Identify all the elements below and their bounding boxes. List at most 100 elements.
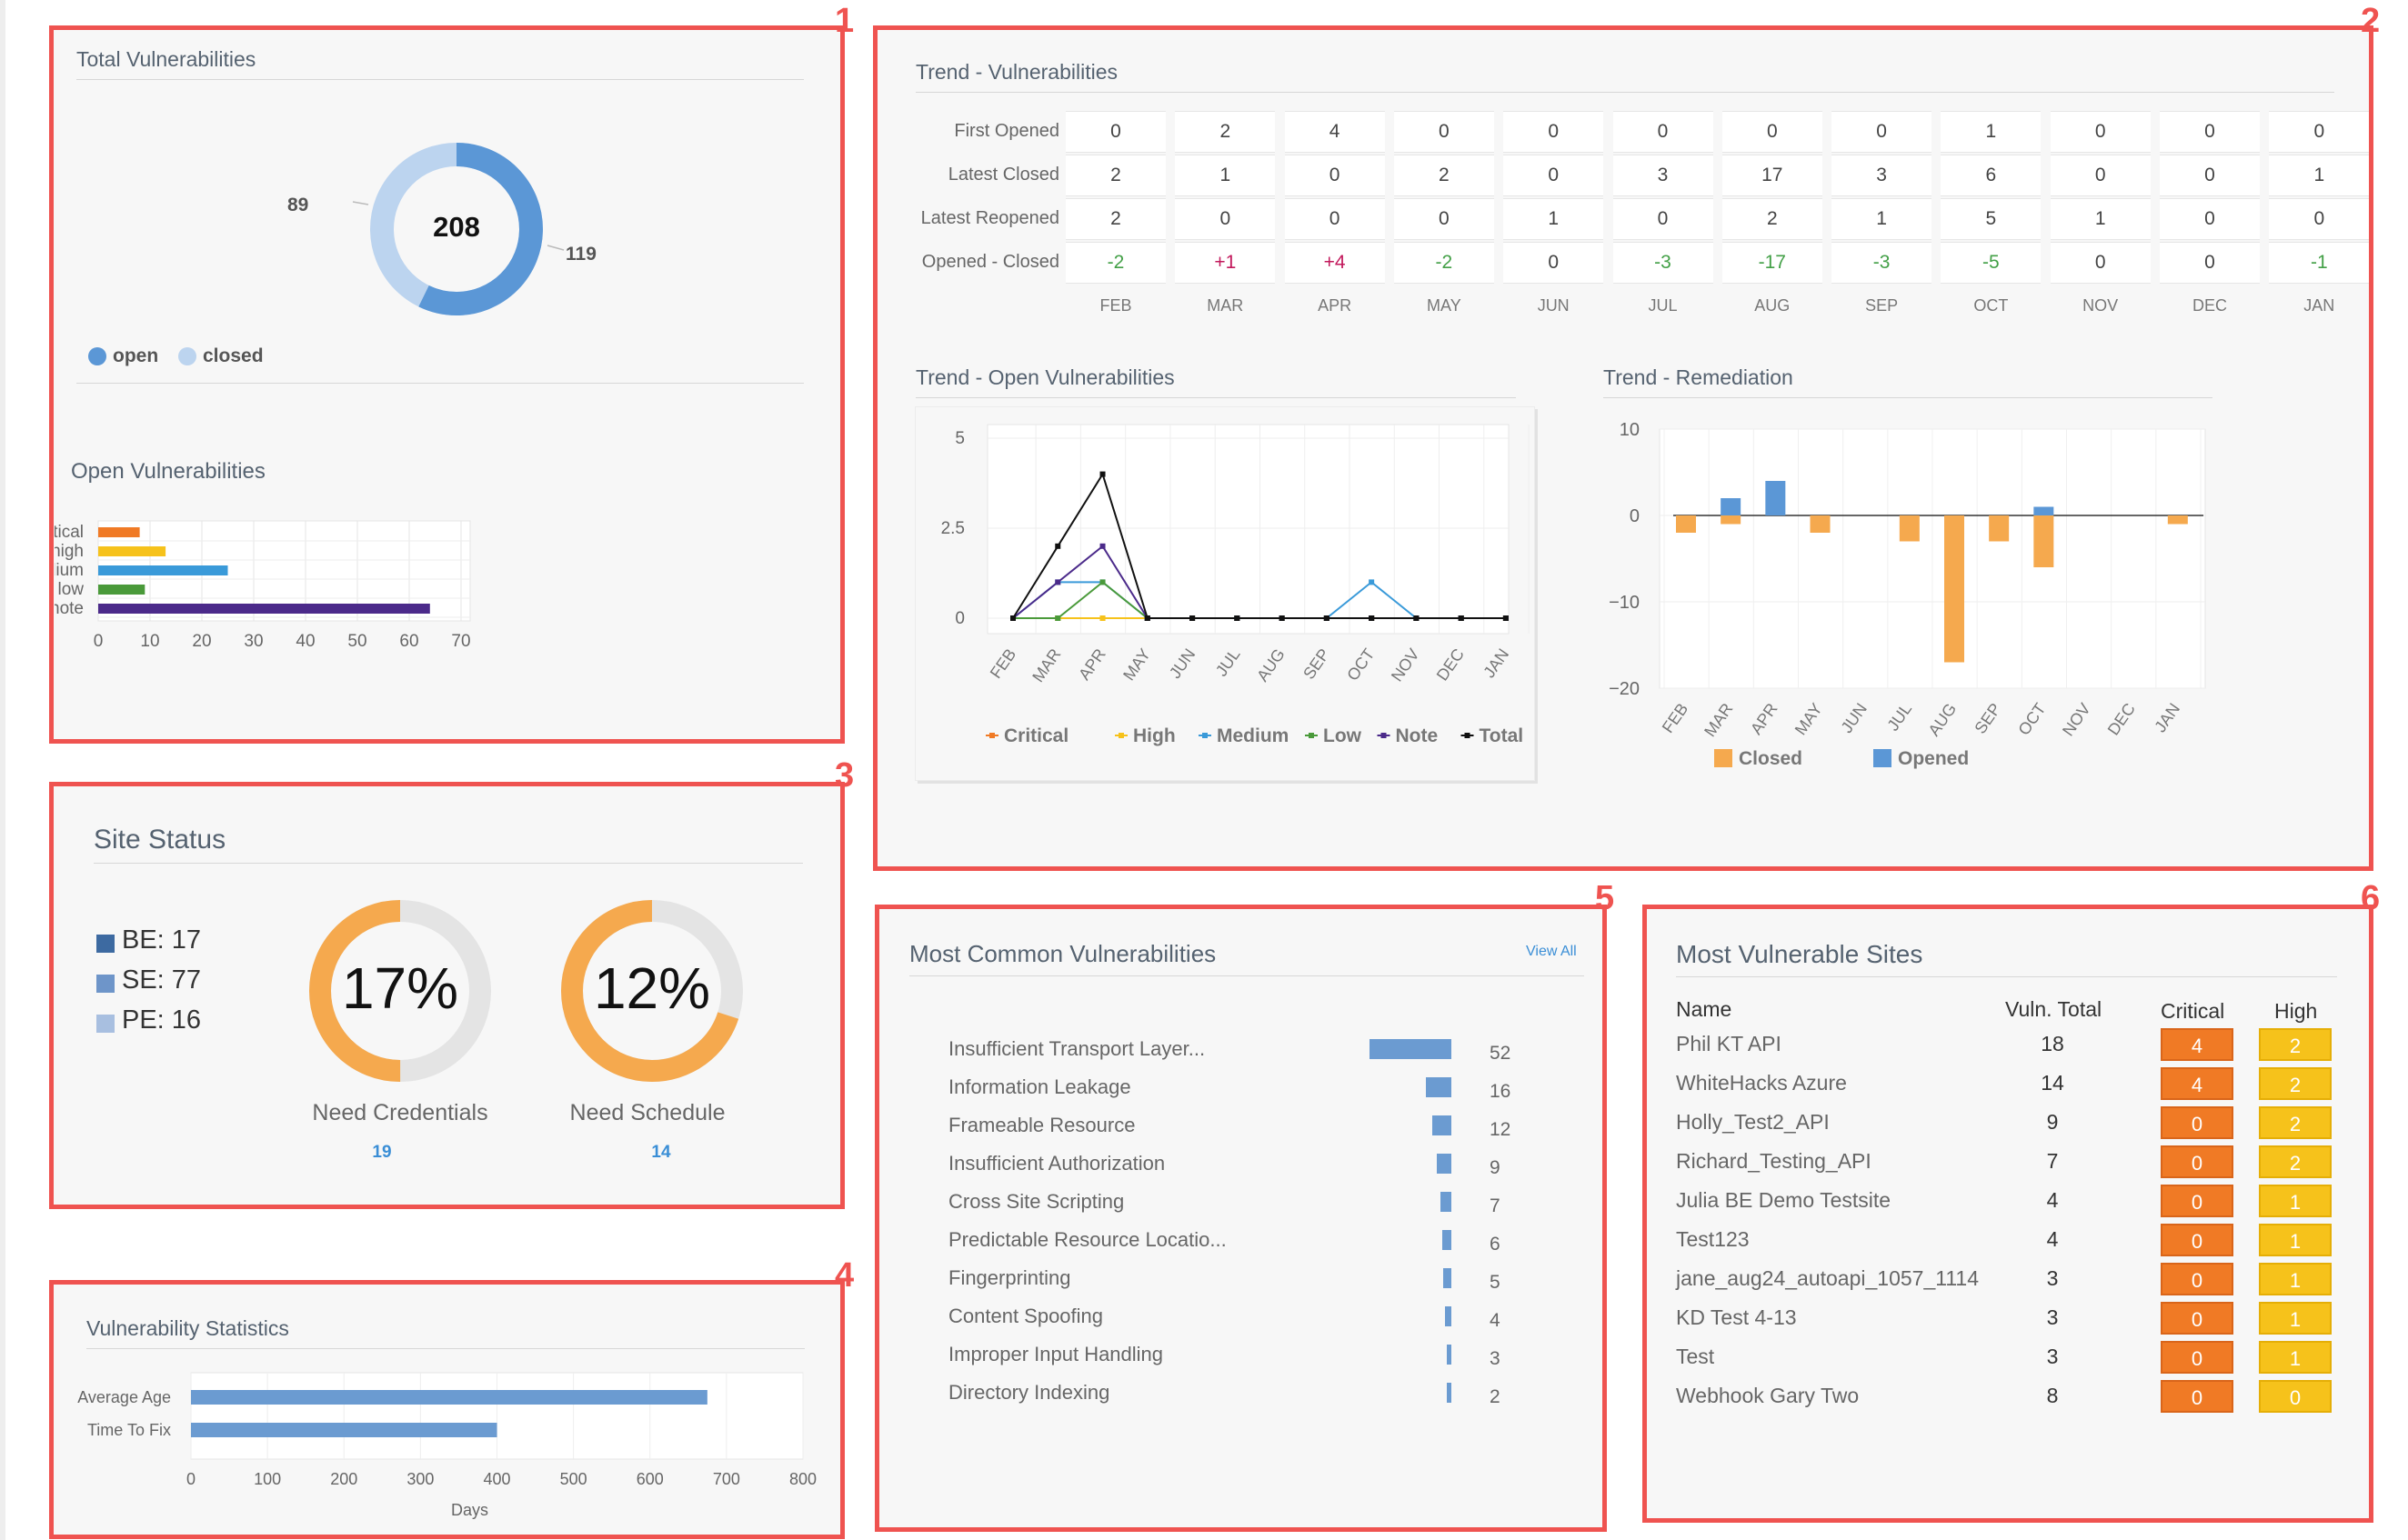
y-tick-label: 0: [1630, 506, 1640, 526]
x-tick-label: OCT: [1343, 645, 1378, 685]
trend-month-label: FEB: [1099, 296, 1132, 315]
trend-cell: 0: [1284, 155, 1385, 196]
site-name[interactable]: KD Test 4-13: [1676, 1305, 1797, 1330]
series-point-total: [1234, 615, 1240, 621]
trend-cell: 0: [2160, 242, 2260, 284]
x-tick-label: JUN: [1166, 645, 1199, 682]
site-name[interactable]: Holly_Test2_API: [1676, 1110, 1830, 1135]
most-common-title: Most Common Vulnerabilities: [909, 940, 1584, 976]
trend-cell: 3: [1612, 155, 1713, 196]
x-tick-label: 0: [186, 1470, 196, 1488]
legend-marker-low: [1309, 733, 1314, 738]
legend-label-critical: Critical: [1004, 725, 1069, 746]
high-badge: 1: [2259, 1302, 2332, 1335]
x-tick-label: 700: [713, 1470, 740, 1488]
vulnerability-bar: [1443, 1268, 1451, 1288]
vulnerability-name: Predictable Resource Locatio...: [948, 1228, 1227, 1251]
trend-month-label: MAY: [1427, 296, 1461, 315]
view-all-link[interactable]: View All: [1526, 944, 1577, 960]
site-vuln-total: 3: [2046, 1305, 2059, 1329]
series-point-total: [1144, 615, 1150, 621]
vulnerability-name: Insufficient Authorization: [948, 1152, 1166, 1175]
x-tick-label: NOV: [1388, 645, 1423, 685]
total-vulnerabilities-title: Total Vulnerabilities: [76, 47, 804, 80]
high-badge: 0: [2259, 1380, 2332, 1413]
need-schedule-label: Need Schedule: [569, 1100, 726, 1125]
site-name[interactable]: Phil KT API: [1676, 1032, 1781, 1056]
x-tick-label: 200: [330, 1470, 357, 1488]
panel-number-4: 4: [835, 1256, 855, 1295]
trend-row-label: Opened - Closed: [921, 252, 1059, 272]
trend-month-label: MAR: [1207, 296, 1244, 315]
site-name[interactable]: jane_aug24_autoapi_1057_1114: [1676, 1266, 1979, 1291]
trend-cell: 1: [1503, 198, 1604, 240]
site-name[interactable]: Richard_Testing_API: [1676, 1149, 1871, 1174]
legend-label-total: Total: [1480, 725, 1524, 746]
legend-open-label[interactable]: open: [113, 345, 158, 367]
site-name[interactable]: Test: [1676, 1345, 1714, 1369]
legend-closed-label[interactable]: closed: [203, 345, 264, 367]
bar-closed-feb: [1676, 515, 1696, 533]
x-tick-label: JAN: [2151, 700, 2183, 735]
critical-badge: 0: [2161, 1380, 2233, 1413]
bar-high: [98, 546, 166, 556]
legend-swatch-closed: [1714, 749, 1732, 767]
need-schedule-count[interactable]: 14: [570, 1143, 752, 1163]
category-label: Time To Fix: [87, 1421, 171, 1439]
site-name[interactable]: Julia BE Demo Testsite: [1676, 1188, 1891, 1213]
x-tick-label: AUG: [1925, 700, 1961, 739]
bar-note: [98, 604, 430, 614]
bar-low: [98, 585, 145, 595]
category-label: note: [55, 599, 84, 618]
trend-cell: -1: [2269, 242, 2370, 284]
legend-label-low: Low: [1323, 725, 1362, 746]
trend-cell: 0: [1066, 111, 1166, 153]
trend-cell: 0: [2269, 198, 2370, 240]
series-point-total: [1099, 471, 1106, 477]
need-credentials-percent: 17%: [341, 955, 459, 1021]
vulnerability-bar: [1446, 1345, 1451, 1365]
site-name[interactable]: Webhook Gary Two: [1676, 1384, 1859, 1408]
series-point-low: [1055, 615, 1061, 621]
trend-cell: 0: [1831, 111, 1932, 153]
trend-month-label: JAN: [2303, 296, 2335, 315]
series-point-total: [1010, 615, 1016, 621]
x-tick-label: SEP: [1299, 645, 1333, 683]
trend-cell: 0: [2160, 111, 2260, 153]
x-tick-label: 70: [451, 632, 470, 651]
trend-cell: 2: [1066, 198, 1166, 240]
vulnerability-count: 4: [1490, 1310, 1500, 1331]
remediation-chart: 10 0 −10 −20 FEB MAR APR MAY JUN JUL AUG SEP OCT NOV D…: [1609, 420, 2206, 769]
series-point-note: [1099, 543, 1106, 549]
column-header-critical[interactable]: Critical: [2161, 999, 2224, 1024]
site-name[interactable]: Test123: [1676, 1227, 1750, 1252]
trend-cell: 0: [2050, 111, 2151, 153]
trend-cell: -2: [1066, 242, 1166, 284]
site-vuln-total: 18: [2041, 1032, 2064, 1055]
panel1-divider: [76, 383, 804, 384]
trend-open-chart: 0 2.5 5 FEB MAR APR MAY JUN JUL AUG SEP OCT NOV DEC JA…: [941, 424, 1530, 746]
column-header-name[interactable]: Name: [1676, 997, 1731, 1022]
trend-cell: -3: [1831, 242, 1932, 284]
high-badge: 1: [2259, 1263, 2332, 1295]
column-header-total[interactable]: Vuln. Total: [2005, 997, 2102, 1022]
bar-closed-jan: [2167, 515, 2188, 525]
trend-open-title: Trend - Open Vulnerabilities: [916, 365, 1516, 398]
panel-number-5: 5: [1595, 879, 1615, 917]
vulnerability-count: 2: [1490, 1386, 1500, 1407]
x-tick-label: 800: [789, 1470, 817, 1488]
need-credentials-count[interactable]: 19: [291, 1143, 473, 1163]
site-name[interactable]: WhiteHacks Azure: [1676, 1071, 1847, 1095]
vulnerability-count: 3: [1490, 1348, 1500, 1369]
bar-closed-jul: [1899, 515, 1920, 542]
x-tick-label: 400: [483, 1470, 510, 1488]
series-point-note: [1055, 579, 1061, 585]
vulnerability-count: 9: [1490, 1157, 1500, 1178]
critical-badge: 0: [2161, 1145, 2233, 1178]
column-header-high[interactable]: High: [2274, 999, 2317, 1024]
trend-cell: 0: [2050, 155, 2151, 196]
trend-month-label: JUN: [1537, 296, 1570, 315]
x-tick-label: MAY: [1119, 645, 1154, 684]
vulnerability-bar: [1447, 1383, 1451, 1403]
vulnerability-count: 12: [1490, 1119, 1511, 1140]
